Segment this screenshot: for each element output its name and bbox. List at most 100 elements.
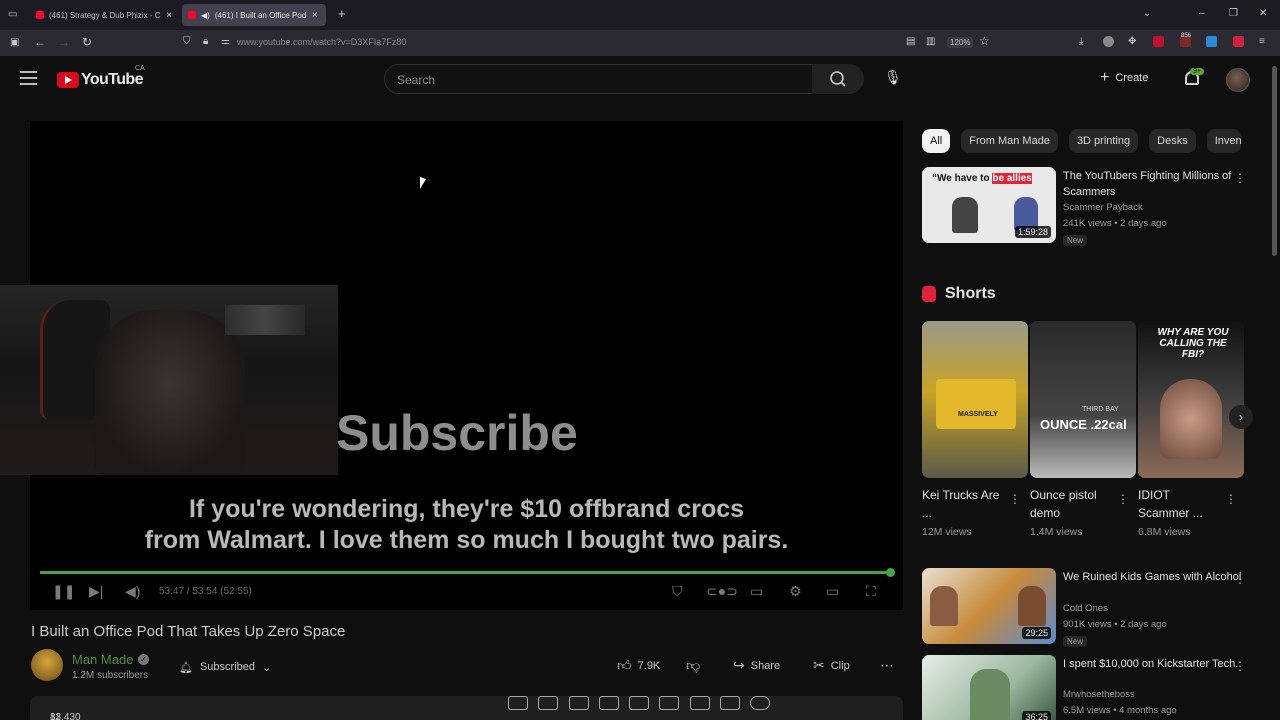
shorts-heading: Shorts (922, 285, 996, 303)
restore-icon[interactable]: ❐ (1229, 8, 1238, 20)
translate-icon[interactable] (1206, 36, 1217, 47)
fullscreen-icon[interactable]: ⛶ (866, 583, 876, 599)
pen-icon[interactable] (1233, 36, 1244, 47)
url-field[interactable]: www.youtube.com/watch?v=D3XFIa7Fz80 (237, 37, 406, 47)
chip-desks[interactable]: Desks (1149, 129, 1196, 153)
more-vertical-icon[interactable]: ⋮ (1225, 492, 1237, 506)
search-button[interactable] (812, 64, 864, 94)
channel-name[interactable]: Man Made (72, 652, 133, 667)
create-button[interactable]: + Create (1100, 69, 1148, 87)
bell-icon: 🔔︎ (179, 661, 193, 674)
shield-icon[interactable]: ⛉ (183, 36, 191, 48)
extension-badge: 856 (1181, 33, 1192, 39)
close-tab-icon[interactable]: × (166, 10, 172, 21)
speaker-icon[interactable]: ◀) (201, 11, 210, 20)
clip-button[interactable]: ✂ Clip (813, 657, 850, 674)
more-vertical-icon[interactable]: ⋮ (1234, 659, 1246, 673)
related-video-1[interactable]: “We have to be allies 1:59:28 The YouTub… (922, 167, 1252, 247)
next-icon[interactable]: ▶| (89, 583, 103, 599)
like-button[interactable]: 👍︎ 7.9K (617, 657, 660, 674)
short-thumbnail-1[interactable]: MASSIVELY (922, 321, 1028, 478)
tab-list-icon[interactable]: ▭ (8, 9, 17, 21)
video-thumbnail[interactable]: 29:25 (922, 568, 1056, 644)
puzzle-icon[interactable]: ✥ (1128, 36, 1136, 48)
more-vertical-icon[interactable]: ⋮ (1234, 572, 1246, 586)
eye-icon[interactable] (568, 696, 589, 710)
more-actions-button[interactable]: ⋯ (880, 657, 894, 674)
chip-from-man-made[interactable]: From Man Made (961, 129, 1058, 153)
video-thumbnail[interactable]: 36:25 (922, 655, 1056, 720)
chip-inventions[interactable]: Invent (1206, 129, 1241, 153)
logo-text: YouTube (81, 71, 143, 88)
film-icon[interactable] (598, 696, 619, 710)
sponsorblock-icon[interactable]: ⛉ (672, 583, 683, 599)
sidebar-icon[interactable]: ▣ (10, 37, 19, 49)
page-scrollbar[interactable] (1272, 66, 1277, 256)
shorts-next-button[interactable]: › (1229, 405, 1253, 429)
short-thumbnail-2[interactable]: THIRD BAY OUNCE .22cal (1030, 321, 1136, 478)
duration-badge: 36:25 (1022, 711, 1051, 720)
speed-icon[interactable] (689, 696, 710, 710)
microphone-icon[interactable]: 🎙︎ (884, 69, 902, 86)
extension-icon[interactable] (1103, 36, 1114, 47)
channel-avatar[interactable] (31, 649, 63, 681)
close-tab-icon[interactable]: × (312, 10, 318, 21)
broadcast-icon[interactable] (538, 696, 559, 710)
progress-bar[interactable] (40, 568, 895, 577)
settings-gear-icon[interactable]: ⚙ (789, 583, 802, 599)
thumb-headline: “We have to be allies (932, 173, 1032, 184)
back-icon[interactable]: ← (34, 36, 46, 48)
scrubber-handle[interactable] (886, 568, 895, 577)
chip-3d-printing[interactable]: 3D printing (1068, 129, 1139, 153)
description-box[interactable]: 83,430 views 11 hours ago (30, 696, 903, 720)
more-horizontal-icon: ⋯ (880, 657, 894, 673)
forward-icon[interactable]: → (58, 36, 70, 48)
more-vertical-icon[interactable]: ⋮ (1234, 171, 1246, 185)
grid-icon[interactable] (659, 696, 680, 710)
zoom-level[interactable]: 120% (947, 37, 974, 48)
close-window-icon[interactable]: ✕ (1259, 8, 1267, 20)
guide-menu-icon[interactable] (20, 71, 37, 89)
pip-icon[interactable] (629, 696, 649, 710)
subscribed-button[interactable]: 🔔︎ Subscribed ⌄ (171, 656, 279, 678)
short-thumbnail-3[interactable]: WHY ARE YOU CALLING THE FBI? (1138, 321, 1244, 478)
chevron-down-icon[interactable]: ⌄ (1143, 8, 1151, 20)
autoplay-toggle-icon[interactable]: ⊂●⊃ (706, 583, 738, 599)
minimize-icon[interactable]: – (1199, 8, 1205, 20)
reload-icon[interactable]: ↻ (82, 36, 92, 48)
add-icon[interactable] (719, 696, 740, 710)
related-video-3[interactable]: 36:25 I spent $10,000 on Kickstarter Tec… (922, 655, 1252, 720)
search-input[interactable]: Search (384, 64, 813, 94)
browser-tab-1[interactable]: (461) Strategy & Dub Phizix - C × (30, 4, 178, 26)
dislike-button[interactable]: 👎︎ (686, 657, 700, 674)
adblock-icon[interactable] (1153, 36, 1164, 47)
pause-icon[interactable]: ❚❚ (52, 583, 75, 599)
picture-icon[interactable]: ▤ (906, 36, 915, 48)
settings-icon[interactable] (750, 696, 770, 710)
loop-icon[interactable] (508, 696, 528, 710)
filter-chips: All From Man Made 3D printing Desks Inve… (922, 129, 1241, 153)
browser-tab-2[interactable]: ◀) (461) I Built an Office Pod T × (182, 4, 326, 26)
chip-all[interactable]: All (922, 129, 951, 153)
star-icon[interactable]: ☆ (979, 35, 990, 47)
captions-icon[interactable]: ▭ (750, 583, 763, 599)
more-vertical-icon[interactable]: ⋮ (1009, 492, 1021, 506)
reader-view-icon[interactable]: ▥ (926, 36, 935, 48)
new-tab-icon[interactable]: + (338, 7, 346, 20)
menu-icon[interactable]: ≡ (1259, 36, 1265, 48)
kei-truck (936, 379, 1016, 429)
youtube-logo[interactable]: YouTube CA (57, 65, 145, 89)
share-button[interactable]: ↪ Share (733, 657, 780, 674)
person-face (1160, 379, 1222, 459)
more-vertical-icon[interactable]: ⋮ (1117, 492, 1129, 506)
account-avatar[interactable] (1226, 68, 1250, 92)
subscribed-label: Subscribed (199, 661, 256, 673)
video-thumbnail[interactable]: “We have to be allies 1:59:28 (922, 167, 1056, 243)
theater-mode-icon[interactable]: ▭ (826, 583, 839, 599)
short-title: Ounce pistol demo (1030, 488, 1097, 520)
permissions-icon[interactable]: ⚌ (221, 36, 230, 48)
volume-icon[interactable]: ◀) (125, 583, 140, 599)
related-video-2[interactable]: 29:25 We Ruined Kids Games with Alcohol … (922, 568, 1252, 648)
download-icon[interactable]: ⤓ (1079, 36, 1083, 48)
lock-icon[interactable]: 🔒︎ (203, 36, 208, 48)
